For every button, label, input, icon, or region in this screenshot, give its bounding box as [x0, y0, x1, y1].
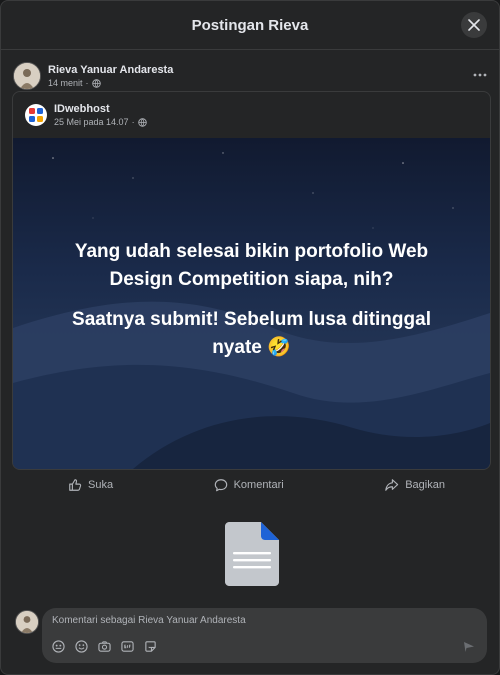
share-icon — [385, 479, 399, 491]
comment-box — [42, 608, 487, 663]
close-button[interactable] — [461, 12, 487, 38]
dialog-header: Postingan Rieva — [1, 1, 499, 50]
comment-tools — [52, 640, 157, 653]
image-text-line-2: Saatnya submit! Sebelum lusa ditinggal n… — [72, 309, 431, 358]
post-dialog: Postingan Rieva Rieva Yanuar Andaresta 1… — [0, 0, 500, 675]
shared-post-card[interactable]: IDwebhost 25 Mei pada 14.07 · Yang udah … — [12, 91, 491, 470]
avatar[interactable] — [15, 610, 39, 634]
meta-separator: · — [85, 77, 89, 88]
like-button[interactable]: Suka — [68, 478, 113, 492]
avatar[interactable] — [13, 62, 41, 90]
comment-icon — [214, 479, 227, 492]
image-text-line-1: Yang udah selesai bikin portofolio Web D… — [74, 241, 429, 290]
close-icon — [468, 19, 480, 31]
globe-icon — [137, 117, 147, 127]
like-label: Suka — [88, 479, 114, 491]
comment-label: Komentari — [233, 479, 284, 491]
post-image-text: Yang udah selesai bikin portofolio Web D… — [13, 238, 490, 362]
camera-icon[interactable] — [98, 640, 111, 653]
comment-input[interactable] — [50, 614, 454, 627]
emoji-icon[interactable] — [75, 640, 88, 653]
more-icon — [473, 73, 487, 77]
dialog-title: Postingan Rieva — [191, 16, 309, 34]
share-label: Bagikan — [405, 479, 445, 491]
page-logo[interactable] — [25, 104, 47, 126]
post-actions: Suka Komentari Bagikan — [1, 473, 499, 497]
globe-icon — [91, 78, 101, 88]
post-time[interactable]: 14 menit — [48, 77, 83, 90]
share-button[interactable]: Bagikan — [384, 478, 445, 492]
send-icon[interactable] — [463, 641, 475, 653]
document-icon — [225, 522, 279, 586]
author-name[interactable]: Rieva Yanuar Andaresta — [48, 63, 473, 77]
avatar-sticker-icon[interactable] — [52, 640, 65, 653]
shared-post-date[interactable]: 25 Mei pada 14.07 — [54, 116, 129, 129]
comment-composer — [15, 608, 487, 664]
like-icon — [69, 479, 82, 491]
gif-icon[interactable] — [121, 640, 134, 653]
post-header: Rieva Yanuar Andaresta 14 menit · — [1, 50, 499, 94]
page-name[interactable]: IDwebhost — [54, 102, 478, 116]
more-options-button[interactable] — [473, 64, 487, 80]
shared-post-header: IDwebhost 25 Mei pada 14.07 · — [13, 92, 490, 138]
meta-separator: · — [131, 116, 135, 127]
sticker-icon[interactable] — [144, 640, 157, 653]
comment-button[interactable]: Komentari — [214, 478, 284, 492]
post-image[interactable]: Yang udah selesai bikin portofolio Web D… — [13, 138, 490, 469]
